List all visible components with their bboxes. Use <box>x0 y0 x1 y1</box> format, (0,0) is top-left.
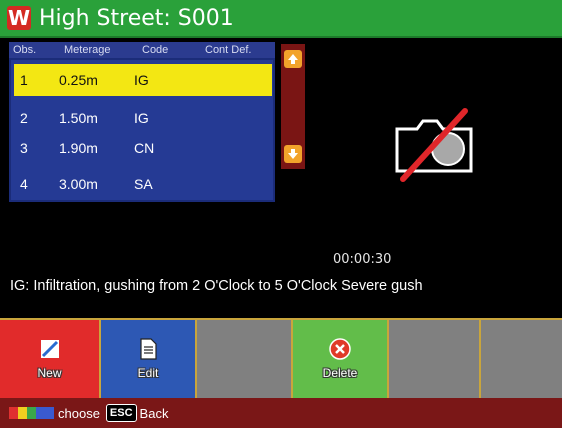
observation-row[interactable]: 4 3.00m SA <box>14 168 272 200</box>
observation-number: 4 <box>20 176 28 192</box>
observation-row[interactable]: 3 1.90m CN <box>14 132 272 164</box>
delete-button-label: Delete <box>322 366 358 380</box>
observation-row[interactable]: 1 0.25m IG <box>14 64 272 96</box>
observation-list: 1 0.25m IG 2 1.50m IG 3 1.90m CN 4 3.00m… <box>9 58 275 202</box>
logo-icon: W <box>7 6 31 30</box>
no-camera-icon <box>393 107 481 187</box>
observation-code: CN <box>134 140 155 156</box>
footer-bar: choose ESC Back <box>0 398 562 428</box>
observation-meterage: 1.90m <box>59 140 98 156</box>
header-obs: Obs. <box>13 44 37 56</box>
observation-code: IG <box>134 110 149 126</box>
observation-code: SA <box>134 176 153 192</box>
observation-row[interactable]: 2 1.50m IG <box>14 102 272 134</box>
empty-action-slot <box>389 320 481 398</box>
header-code: Code <box>142 44 169 56</box>
empty-action-slot <box>197 320 293 398</box>
new-button[interactable]: New <box>0 320 101 398</box>
color-keys-icon <box>9 407 54 419</box>
delete-icon <box>329 338 351 360</box>
empty-action-slot <box>481 320 562 398</box>
action-bar: New Edit Delete <box>0 318 562 398</box>
observation-meterage: 1.50m <box>59 110 98 126</box>
document-icon <box>140 338 157 360</box>
list-scrollbar[interactable] <box>281 44 305 169</box>
delete-button[interactable]: Delete <box>293 320 389 398</box>
header-meterage: Meterage <box>64 44 111 56</box>
observation-meterage: 3.00m <box>59 176 98 192</box>
new-button-label: New <box>37 366 62 380</box>
edit-button-label: Edit <box>137 366 159 380</box>
observation-code: IG <box>134 72 149 88</box>
title-bar: W High Street: S001 <box>0 0 562 38</box>
page-title: High Street: S001 <box>39 5 234 31</box>
scroll-down-icon[interactable] <box>284 145 302 163</box>
observation-number: 2 <box>20 110 28 126</box>
observation-number: 1 <box>20 72 28 88</box>
back-hint: Back <box>139 405 169 421</box>
observation-description: IG: Infiltration, gushing from 2 O'Clock… <box>10 278 423 294</box>
choose-hint: choose <box>58 405 100 421</box>
observation-meterage: 0.25m <box>59 72 98 88</box>
edit-button[interactable]: Edit <box>101 320 197 398</box>
video-timer: 00:00:30 <box>333 252 392 267</box>
observation-table-header: Obs. Meterage Code Cont Def. <box>9 42 275 58</box>
observation-number: 3 <box>20 140 28 156</box>
scroll-up-icon[interactable] <box>284 50 302 68</box>
pencil-icon <box>40 340 59 358</box>
header-cont-def: Cont Def. <box>205 44 252 56</box>
esc-key[interactable]: ESC <box>105 404 137 422</box>
